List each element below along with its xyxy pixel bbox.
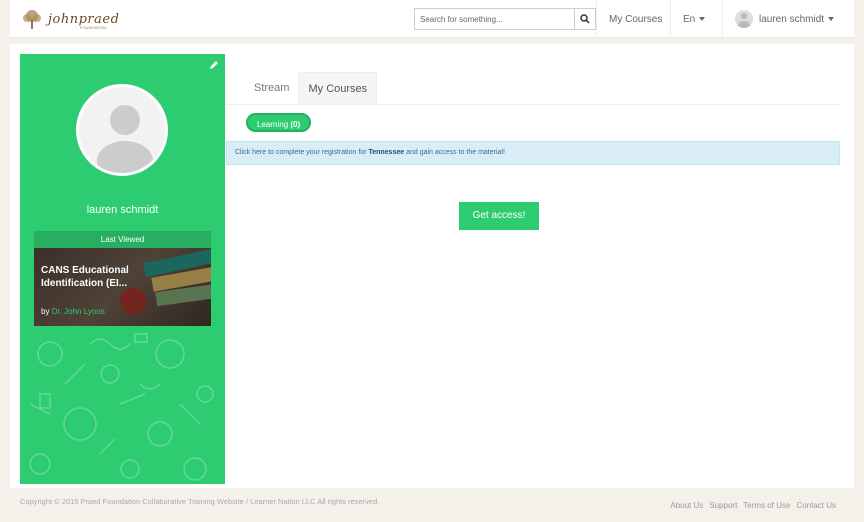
notice-state: Tennessee (368, 149, 405, 156)
tab-my-courses[interactable]: My Courses (298, 72, 378, 104)
avatar (735, 10, 753, 28)
language-dropdown[interactable]: En (670, 0, 717, 38)
nav-my-courses-label: My Courses (609, 13, 663, 25)
registration-notice: Click here to complete your registration… (226, 141, 840, 165)
search-bar (414, 8, 596, 30)
profile-avatar[interactable] (76, 84, 168, 176)
get-access-button[interactable]: Get access! (459, 202, 539, 230)
footer-link-about[interactable]: About Us (670, 501, 703, 510)
footer-copyright: Copyright © 2015 Praed Foundation Collab… (20, 497, 380, 506)
course-title[interactable]: CANS Educational Identification (EI... (41, 264, 151, 290)
language-label: En (683, 13, 696, 25)
avatar-body-shape (97, 141, 153, 173)
search-input[interactable] (414, 8, 574, 30)
doodle-pattern (29, 333, 214, 481)
footer-links: About Us Support Terms of Use Contact Us (670, 501, 836, 510)
footer-link-terms[interactable]: Terms of Use (743, 501, 790, 510)
notice-click-here-link[interactable]: Click here (235, 149, 266, 156)
nav-my-courses[interactable]: My Courses (596, 0, 674, 38)
chevron-down-icon (828, 17, 835, 21)
profile-name: lauren schmidt (86, 204, 159, 216)
last-viewed-heading: Last Viewed (34, 231, 211, 248)
notice-text-mid: to complete your registration for (266, 149, 369, 156)
pencil-icon[interactable] (209, 60, 219, 70)
learning-filter-label: Learning (257, 120, 289, 129)
top-navbar: johnpraed FOUNDATION My Courses En laure… (10, 0, 854, 38)
avatar-head-shape (110, 105, 140, 135)
logo[interactable]: johnpraed FOUNDATION (20, 6, 130, 32)
course-card[interactable]: CANS Educational Identification (EI... b… (34, 248, 211, 326)
content-tabs: Stream My Courses (245, 72, 378, 104)
course-by-label: by (41, 307, 50, 316)
chevron-down-icon (699, 17, 706, 21)
user-name: lauren schmidt (759, 13, 825, 25)
learning-filter-button[interactable]: Learning (0) (246, 113, 312, 132)
search-icon (580, 14, 590, 24)
tab-divider (226, 104, 840, 105)
last-viewed-panel: Last Viewed CANS Educational Identificat… (34, 231, 211, 326)
user-menu[interactable]: lauren schmidt (722, 0, 846, 38)
learning-filter-count: (0) (290, 120, 301, 129)
notice-text-suffix: and gain access to the material! (404, 149, 505, 156)
footer-link-contact[interactable]: Contact Us (796, 501, 836, 510)
footer-link-support[interactable]: Support (709, 501, 737, 510)
logo-subtitle: FOUNDATION (80, 25, 107, 30)
search-button[interactable] (574, 8, 596, 30)
main-container: lauren schmidt Last Viewed CANS Educatio… (10, 44, 854, 488)
profile-sidebar: lauren schmidt Last Viewed CANS Educatio… (20, 54, 225, 484)
tab-stream[interactable]: Stream (245, 72, 298, 104)
course-author-link[interactable]: Dr. John Lyons (52, 307, 105, 316)
course-byline: by Dr. John Lyons (41, 307, 105, 316)
tree-logo-icon (23, 10, 41, 29)
